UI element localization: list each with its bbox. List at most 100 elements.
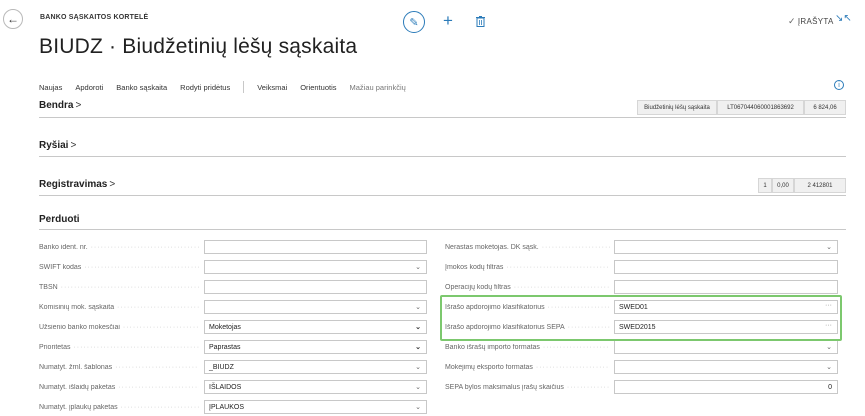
field-value: IŠLAIDOS [209,383,242,391]
page-title: BIUDZ · Biudžetinių lėšų sąskaita [39,35,358,58]
chevron-right-icon: > [70,140,77,151]
sepa-max-records-input[interactable]: 0 [614,380,838,394]
field-label: Nerastas mokėtojas. DK sąsk. [445,244,610,251]
field-label: Banko ident. nr. [39,244,199,251]
chevron-down-icon: ⌄ [415,344,421,351]
priority-select[interactable]: Paprastas ⌄ [204,340,427,354]
fee-account-select[interactable]: ⌄ [204,300,427,314]
field-priority: Prioritetas [39,340,199,354]
highlight-box [440,295,842,341]
chevron-down-icon: ⌄ [826,244,832,251]
payment-code-filter-input[interactable] [614,260,838,274]
action-bank-account[interactable]: Banko sąskaita [116,83,167,92]
field-swift: SWIFT kodas [39,260,199,274]
delete-button[interactable] [473,11,487,31]
bendra-cues: Biudžetinių lėšų sąskaita LT067044060001… [0,100,865,115]
card-type-label: BANKO SĄSKAITOS KORTELĖ [40,14,149,21]
field-label: Numatyt. išlaidų paketas [39,384,199,391]
field-label: SEPA bylos maksimalus įrašų skaičius [445,384,610,391]
collapse-button[interactable]: ↘↖ [835,13,852,24]
collapse-arrows-icon: ↘↖ [835,13,852,24]
saved-status-text: ĮRAŠYTA [797,17,834,26]
check-icon: ✓ [788,16,796,26]
field-bank-id: Banko ident. nr. [39,240,199,254]
edit-button[interactable]: ✎ [403,11,425,33]
operation-code-filter-input[interactable] [614,280,838,294]
bank-id-input[interactable] [204,240,427,254]
section-divider [39,195,846,196]
field-label: Prioritetas [39,344,199,351]
section-rysiai-header[interactable]: Ryšiai > [39,140,76,151]
field-label: Operacijų kodų filtras [445,284,610,291]
chevron-down-icon: ⌄ [415,384,421,391]
statement-import-format-select[interactable]: ⌄ [614,340,838,354]
field-income-batch: Numatyt. įplaukų paketas [39,400,199,414]
field-value: 0 [828,383,832,391]
field-expense-batch: Numatyt. išlaidų paketas [39,380,199,394]
action-navigate[interactable]: Orientuotis [300,83,336,92]
swift-select[interactable]: ⌄ [204,260,427,274]
field-fee-account: Komisinių mok. sąskaita [39,300,199,314]
action-separator [243,81,245,93]
field-tbsn: TBSN [39,280,199,294]
chevron-down-icon: ⌄ [826,344,832,351]
field-sepa-max-records: SEPA bylos maksimalus įrašų skaičius [445,380,610,394]
chevron-down-icon: ⌄ [826,364,832,371]
field-value: Paprastas [209,343,241,351]
cue-balance[interactable]: 6 824,06 [804,100,846,115]
trash-icon [475,15,485,27]
action-actions[interactable]: Veiksmai [257,83,287,92]
pencil-icon: ✎ [409,16,419,29]
section-divider [39,156,846,157]
field-label: TBSN [39,284,199,291]
plus-icon: + [443,11,453,30]
payment-export-format-select[interactable]: ⌄ [614,360,838,374]
cue-iban[interactable]: LT067044060001863692 [717,100,804,115]
expense-batch-select[interactable]: IŠLAIDOS ⌄ [204,380,427,394]
action-fewer-options[interactable]: Mažiau parinkčių [350,83,406,92]
field-value: _BIUDZ [209,363,234,371]
chevron-down-icon: ⌄ [415,404,421,411]
field-foreign-fees: Užsienio banko mokesčiai [39,320,199,334]
field-statement-import-format: Banko išrašų importo formatas [445,340,610,354]
back-button[interactable]: ← [3,9,23,29]
section-perduoti-header: Perduoti [39,214,80,225]
new-button[interactable]: + [443,11,453,31]
field-label: Numatyt. žrnl. šablonas [39,364,199,371]
field-journal-template: Numatyt. žrnl. šablonas [39,360,199,374]
section-perduoti-title: Perduoti [39,214,80,225]
cue-number[interactable]: 2 412801 [794,178,846,193]
field-label: Mokėjimų eksporto formatas [445,364,610,371]
cue-count[interactable]: 1 [758,178,772,193]
field-label: Įmokos kodų filtras [445,264,610,271]
chevron-down-icon: ⌄ [415,364,421,371]
field-label: SWIFT kodas [39,264,199,271]
registravimas-cues: 1 0,00 2 412801 [0,178,865,193]
field-value: Moketojas [209,323,241,331]
field-label: Banko išrašų importo formatas [445,344,610,351]
action-new[interactable]: Naujas [39,83,62,92]
info-icon[interactable]: i [834,80,844,90]
field-label: Užsienio banko mokesčiai [39,324,199,331]
cue-amount[interactable]: 0,00 [772,178,794,193]
saved-status: ✓ ĮRAŠYTA [788,16,834,27]
section-divider [39,117,846,118]
cue-account-name[interactable]: Biudžetinių lėšų sąskaita [637,100,717,115]
chevron-down-icon: ⌄ [415,324,421,331]
unknown-payer-account-select[interactable]: ⌄ [614,240,838,254]
tbsn-input[interactable] [204,280,427,294]
foreign-fees-select[interactable]: Moketojas ⌄ [204,320,427,334]
field-unknown-payer-account: Nerastas mokėtojas. DK sąsk. [445,240,610,254]
action-process[interactable]: Apdoroti [75,83,103,92]
chevron-down-icon: ⌄ [415,304,421,311]
section-rysiai-title: Ryšiai [39,140,69,151]
field-payment-export-format: Mokėjimų eksporto formatas [445,360,610,374]
field-label: Numatyt. įplaukų paketas [39,404,199,411]
arrow-left-icon: ← [7,12,19,26]
journal-template-select[interactable]: _BIUDZ ⌄ [204,360,427,374]
field-label: Komisinių mok. sąskaita [39,304,199,311]
field-payment-code-filter: Įmokos kodų filtras [445,260,610,274]
action-show-attached[interactable]: Rodyti pridėtus [180,83,230,92]
income-batch-select[interactable]: ĮPLAUKOS ⌄ [204,400,427,414]
field-operation-code-filter: Operacijų kodų filtras [445,280,610,294]
